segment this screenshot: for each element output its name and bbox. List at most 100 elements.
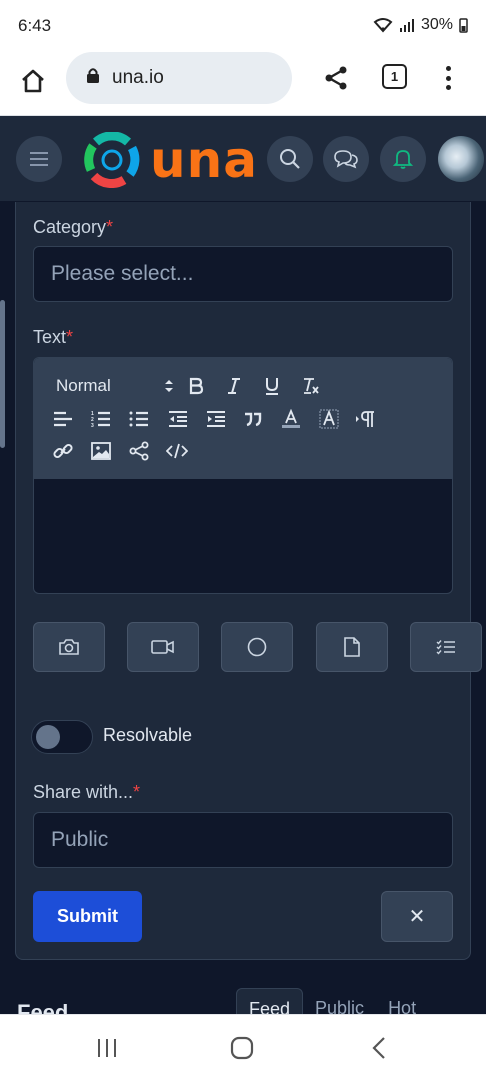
home-nav-button[interactable] xyxy=(229,1035,255,1061)
category-select[interactable]: Please select... xyxy=(33,246,453,302)
tab-feed[interactable]: Feed xyxy=(236,988,304,1014)
attach-video-button[interactable] xyxy=(127,622,199,672)
back-button[interactable] xyxy=(366,1035,392,1061)
attach-file-button[interactable] xyxy=(316,622,388,672)
toggle-knob xyxy=(36,725,60,749)
category-placeholder: Please select... xyxy=(51,262,194,285)
share-with-value: Public xyxy=(51,828,109,851)
status-time: 6:43 xyxy=(18,16,52,35)
resolvable-toggle[interactable] xyxy=(31,720,93,754)
bell-icon xyxy=(393,150,413,169)
cancel-button[interactable]: ✕ xyxy=(381,891,453,942)
share-with-select[interactable]: Public xyxy=(33,812,453,868)
link-button[interactable] xyxy=(50,438,76,464)
attach-sound-button[interactable] xyxy=(221,622,293,672)
user-avatar[interactable] xyxy=(438,136,484,182)
camera-icon xyxy=(59,639,79,655)
share-icon xyxy=(325,66,347,90)
outdent-icon xyxy=(169,411,187,427)
share-with-label: Share with...* xyxy=(33,782,141,802)
quote-icon xyxy=(245,412,262,427)
search-icon xyxy=(280,149,300,169)
font-color-icon xyxy=(282,409,300,428)
link-icon xyxy=(53,443,73,459)
bullet-list-button[interactable] xyxy=(126,406,152,432)
lock-icon xyxy=(86,67,100,89)
hamburger-icon xyxy=(30,152,48,166)
home-icon xyxy=(22,69,44,93)
tab-public[interactable]: Public xyxy=(303,988,376,1014)
back-chevron-icon xyxy=(372,1037,385,1059)
image-icon xyxy=(91,442,111,460)
svg-text:3: 3 xyxy=(91,423,94,428)
editor-toolbar: Normal 123 xyxy=(34,358,452,479)
status-icons: 30% xyxy=(373,16,468,34)
una-logo-icon xyxy=(84,132,140,188)
search-button[interactable] xyxy=(267,136,313,182)
editor-text-area[interactable] xyxy=(34,479,452,593)
bullet-list-icon xyxy=(129,411,148,427)
underline-button[interactable] xyxy=(259,373,285,399)
code-button[interactable] xyxy=(164,438,190,464)
indent-button[interactable] xyxy=(203,406,229,432)
share-button[interactable] xyxy=(322,64,350,92)
wifi-icon xyxy=(373,17,393,33)
category-label: Category* xyxy=(33,217,114,237)
format-select-value: Normal xyxy=(56,376,111,395)
browser-toolbar: una.io 1 xyxy=(0,52,486,116)
paragraph-direction-icon xyxy=(356,411,374,427)
clear-format-button[interactable] xyxy=(298,373,324,399)
file-icon xyxy=(344,637,360,657)
url-bar[interactable]: una.io xyxy=(66,52,292,104)
checklist-icon xyxy=(436,640,455,655)
home-button[interactable] xyxy=(16,64,50,98)
site-header: una xyxy=(0,116,486,202)
site-logo[interactable]: una xyxy=(84,132,258,188)
feed-tabs: Feed Public Hot xyxy=(236,988,428,1014)
italic-icon xyxy=(228,378,240,394)
blockquote-button[interactable] xyxy=(240,406,266,432)
bold-button[interactable] xyxy=(183,373,209,399)
status-bar: 6:43 30% xyxy=(0,0,486,52)
italic-button[interactable] xyxy=(221,373,247,399)
side-scroll-indicator[interactable] xyxy=(0,300,5,448)
recent-apps-icon xyxy=(98,1039,116,1057)
embed-share-button[interactable] xyxy=(126,438,152,464)
tab-switcher-button[interactable]: 1 xyxy=(382,64,407,89)
circle-icon xyxy=(247,637,267,657)
text-label: Text* xyxy=(33,327,74,347)
submit-button[interactable]: Submit xyxy=(33,891,142,942)
code-icon xyxy=(166,443,188,459)
video-icon xyxy=(151,640,174,654)
outdent-button[interactable] xyxy=(165,406,191,432)
browser-menu-button[interactable] xyxy=(438,64,458,92)
recent-apps-button[interactable] xyxy=(94,1035,120,1061)
signal-icon xyxy=(399,17,415,33)
attach-poll-button[interactable] xyxy=(410,622,482,672)
notifications-button[interactable] xyxy=(380,136,426,182)
format-select[interactable]: Normal xyxy=(56,373,174,399)
home-circle-icon xyxy=(230,1036,254,1060)
align-left-icon xyxy=(54,411,72,427)
font-color-button[interactable] xyxy=(278,406,304,432)
indent-icon xyxy=(207,411,225,427)
text-direction-button[interactable] xyxy=(353,406,379,432)
messages-button[interactable] xyxy=(323,136,369,182)
share-nodes-icon xyxy=(129,441,149,461)
url-text: una.io xyxy=(112,67,164,88)
main-menu-button[interactable] xyxy=(16,136,62,182)
ordered-list-button[interactable]: 123 xyxy=(88,406,114,432)
battery-icon xyxy=(459,17,468,33)
updown-icon xyxy=(165,380,173,392)
resolvable-label: Resolvable xyxy=(103,725,193,745)
rich-text-editor: Normal 123 xyxy=(33,357,453,594)
background-color-button[interactable] xyxy=(316,406,342,432)
image-button[interactable] xyxy=(88,438,114,464)
ordered-list-icon: 123 xyxy=(91,411,110,428)
tab-hot[interactable]: Hot xyxy=(376,988,428,1014)
align-button[interactable] xyxy=(50,406,76,432)
attach-photo-button[interactable] xyxy=(33,622,105,672)
underline-icon xyxy=(266,378,278,395)
logo-text: una xyxy=(150,131,258,189)
clear-format-icon xyxy=(304,378,319,394)
